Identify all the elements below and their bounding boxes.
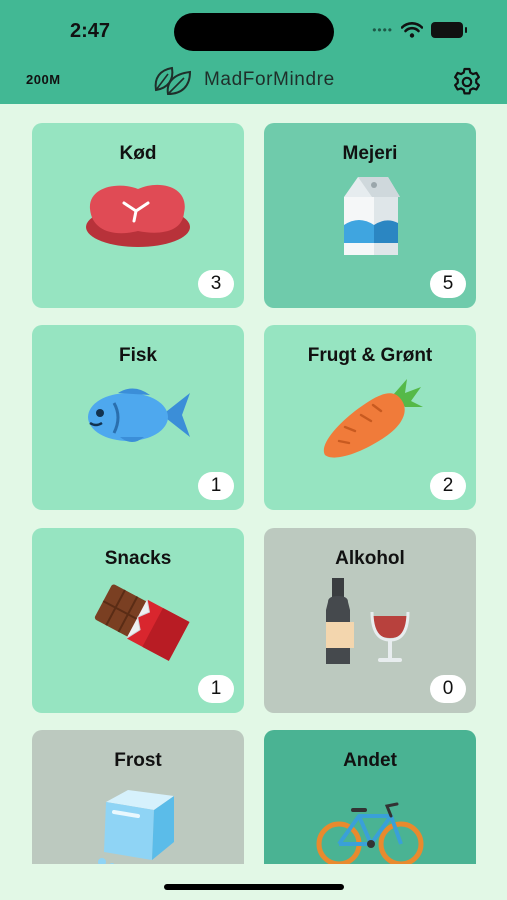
status-icons: •••• [372,22,467,38]
category-card-kod[interactable]: Kød 3 [32,123,244,308]
category-card-frugt-gront[interactable]: Frugt & Grønt 2 [264,325,476,510]
home-indicator[interactable] [164,884,344,890]
item-count-badge: 1 [198,675,234,703]
carrot-icon [323,379,423,458]
app-header: 2:47 •••• 200M MadForMindre [0,0,507,104]
category-title: Snacks [104,548,172,569]
brand: MadForMindre [152,64,335,96]
category-card-fisk[interactable]: Fisk 1 [32,325,244,510]
item-count-badge: 3 [198,270,234,298]
category-title: Andet [343,750,397,771]
item-count-badge: 0 [430,675,466,703]
battery-icon [431,22,467,38]
ice-cube-icon [98,790,174,864]
item-count-badge: 2 [430,472,466,500]
category-grid: Kød 3 Mejeri 5 Fisk 1 Frugt & Grønt 2 Sn… [0,104,507,864]
steak-icon [86,184,190,247]
category-title: Kød [119,143,157,164]
item-count-badge: 5 [430,270,466,298]
category-title: Frost [114,750,162,771]
category-card-snacks[interactable]: Snacks 1 [32,528,244,713]
item-count-badge: 1 [198,472,234,500]
category-title: Mejeri [342,143,398,164]
zoom-label: 200M [26,72,61,87]
milk-carton-icon [344,177,400,255]
dynamic-island [174,13,334,51]
category-card-frost[interactable]: Frost [32,730,244,864]
chocolate-icon [94,584,190,661]
wifi-icon [401,22,423,38]
settings-gear-icon[interactable] [451,66,483,98]
wine-icon [326,578,410,664]
app-name: MadForMindre [204,69,335,90]
category-card-mejeri[interactable]: Mejeri 5 [264,123,476,308]
signal-dots-icon: •••• [372,23,393,37]
category-card-andet[interactable]: Andet [264,730,476,864]
category-title: Frugt & Grønt [307,345,433,366]
leaves-logo-icon [154,66,192,96]
fish-icon [88,388,190,442]
category-card-alkohol[interactable]: Alkohol 0 [264,528,476,713]
bicycle-icon [316,802,424,864]
category-title: Fisk [118,345,158,366]
category-title: Alkohol [335,548,405,569]
status-time: 2:47 [70,20,111,42]
